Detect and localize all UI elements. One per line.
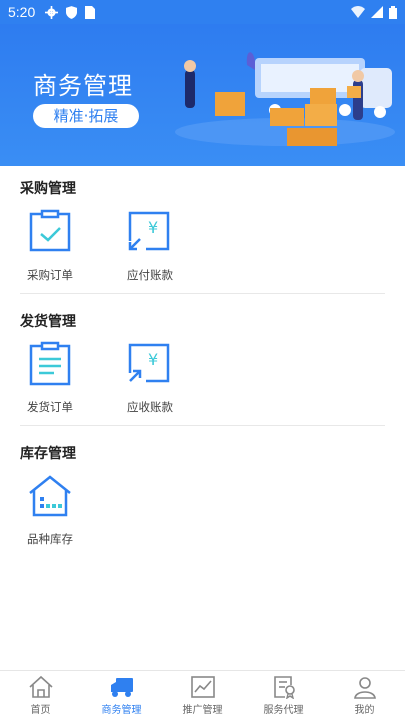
accounts-receivable-tile[interactable]: ¥ 应收账款 [110, 341, 190, 415]
certificate-icon [273, 676, 295, 699]
battery-icon [389, 5, 397, 19]
signal-icon [371, 6, 383, 18]
section-title-purchase: 采购管理 [20, 181, 76, 197]
tab-label: 首页 [30, 705, 51, 716]
tab-business[interactable]: 商务管理 [81, 671, 162, 720]
yuan-arrow-out-icon: ¥ [128, 343, 170, 383]
tab-label: 我的 [354, 705, 375, 716]
variety-inventory-tile[interactable]: 品种库存 [10, 473, 90, 547]
tile-label: 发货订单 [27, 400, 73, 414]
tab-label: 商务管理 [101, 705, 142, 716]
tab-service-agent[interactable]: 服务代理 [243, 671, 324, 720]
sim-card-icon [85, 5, 96, 19]
divider [20, 293, 385, 294]
banner-title: 商务管理 [33, 72, 133, 100]
clipboard-check-icon [29, 209, 71, 252]
logistics-illustration-icon [175, 52, 395, 146]
section-title-shipping: 发货管理 [20, 314, 76, 330]
wifi-icon [351, 6, 365, 18]
tile-label: 采购订单 [27, 268, 73, 282]
shipping-order-tile[interactable]: 发货订单 [10, 341, 90, 415]
truck-icon [110, 678, 133, 697]
bottom-tab-bar: 首页 商务管理 推广管理 服务代理 我的 [0, 670, 405, 720]
tab-home[interactable]: 首页 [0, 671, 81, 720]
banner-tag: 精准·拓展 [33, 104, 139, 128]
status-time: 5:20 [8, 4, 36, 20]
warehouse-icon [29, 475, 71, 517]
tile-label: 应付账款 [127, 268, 173, 282]
shield-icon [66, 5, 78, 19]
user-icon [353, 677, 376, 699]
section-title-inventory: 库存管理 [20, 446, 76, 462]
svg-text:¥: ¥ [148, 218, 158, 237]
tab-label: 推广管理 [182, 705, 223, 716]
tile-label: 品种库存 [27, 532, 73, 546]
svg-text:¥: ¥ [148, 350, 158, 369]
accounts-payable-tile[interactable]: ¥ 应付账款 [110, 209, 190, 283]
clipboard-list-icon [29, 341, 71, 386]
banner: 商务管理 精准·拓展 [0, 24, 405, 166]
trend-chart-icon [190, 676, 215, 698]
status-bar: 5:20 [0, 0, 405, 24]
tab-mine[interactable]: 我的 [324, 671, 405, 720]
tab-promotion[interactable]: 推广管理 [162, 671, 243, 720]
purchase-order-tile[interactable]: 采购订单 [10, 209, 90, 283]
divider [20, 425, 385, 426]
tile-label: 应收账款 [127, 400, 173, 414]
tab-label: 服务代理 [263, 705, 304, 716]
gear-icon [45, 5, 59, 19]
home-icon [28, 675, 53, 698]
yuan-arrow-in-icon: ¥ [128, 211, 170, 251]
